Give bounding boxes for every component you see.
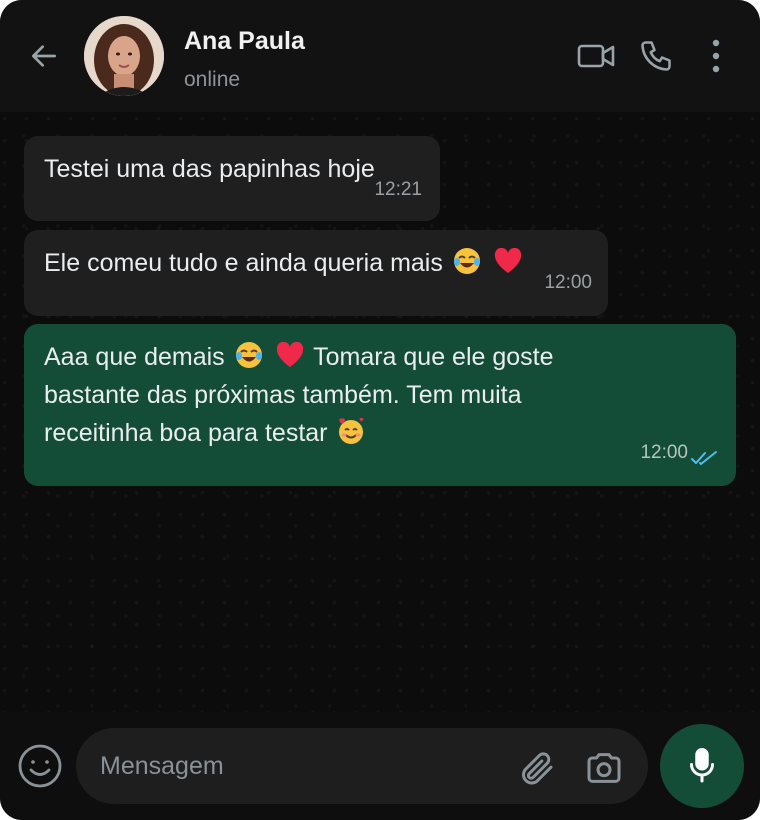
contact-status: online [184, 68, 241, 91]
voice-call-button[interactable] [636, 36, 676, 76]
voice-message-button[interactable] [660, 724, 744, 808]
smiling-face-with-hearts-icon [339, 417, 364, 444]
back-button[interactable] [24, 36, 64, 76]
paperclip-icon [522, 752, 553, 785]
message-text: Ele comeu tudo e ainda queria mais [44, 249, 443, 277]
face-with-tears-of-joy-icon [453, 248, 480, 274]
video-camera-icon [577, 44, 615, 68]
chat-header: Ana Paula online [0, 0, 760, 112]
double-check-icon [691, 451, 717, 465]
more-vertical-icon [712, 39, 720, 73]
emoji-smile-icon [18, 744, 62, 788]
arrow-left-icon [32, 45, 56, 67]
video-call-button[interactable] [576, 36, 616, 76]
contact-name[interactable]: Ana Paula [184, 27, 305, 56]
menu-button[interactable] [696, 36, 736, 76]
message-time: 12:21 [374, 179, 422, 200]
microphone-icon [690, 748, 714, 783]
camera-button[interactable] [582, 746, 626, 790]
avatar[interactable] [84, 16, 164, 96]
emoji-button[interactable] [16, 742, 64, 790]
face-with-tears-of-joy-icon [235, 342, 262, 368]
red-heart-icon [276, 341, 303, 367]
message-input-wrapper [76, 728, 648, 804]
avatar-photo [84, 16, 164, 96]
message-bubble-incoming[interactable]: Testei uma das papinhas hoje 12:21 [24, 136, 440, 221]
chat-window: Ana Paula online Testei uma das papinhas… [0, 0, 760, 820]
camera-icon [587, 753, 621, 783]
message-text-line: bastante das próximas também. Tem muita [44, 381, 522, 409]
message-text: Testei uma das papinhas hoje [44, 155, 375, 183]
message-input[interactable] [100, 744, 500, 788]
message-text-line: Aaa que demais [44, 343, 225, 371]
message-text-line: receitinha boa para testar [44, 419, 328, 447]
phone-icon [641, 41, 671, 71]
message-time: 12:00 [544, 272, 592, 293]
message-bubble-outgoing[interactable]: Aaa que demais Tomara que ele goste bast… [24, 324, 736, 486]
message-bubble-incoming[interactable]: Ele comeu tudo e ainda queria mais 12:00 [24, 230, 608, 316]
message-time: 12:00 [640, 442, 688, 463]
attach-button[interactable] [514, 746, 558, 790]
message-text-line: Tomara que ele goste [313, 343, 554, 371]
red-heart-icon [494, 247, 521, 273]
